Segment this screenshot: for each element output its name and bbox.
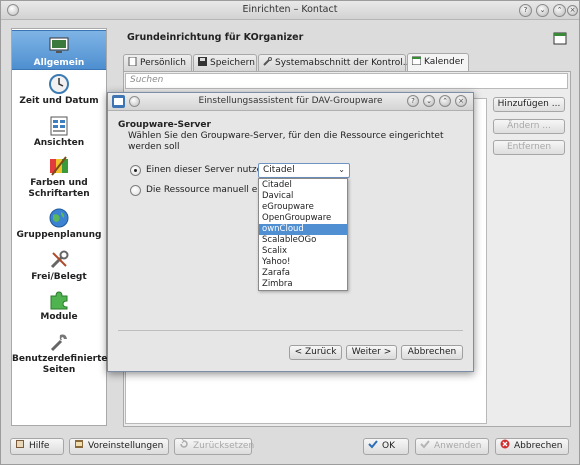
help-button[interactable]: Hilfe [10,438,64,455]
dialog-close-icon[interactable]: × [455,95,467,107]
dialog-help-icon[interactable]: ? [407,95,419,107]
server-option[interactable]: eGroupware [259,202,347,213]
dialog-titlebar: Einstellungsassistent für DAV-Groupware … [108,93,473,111]
ok-button[interactable]: OK [363,438,409,455]
window-title: Einrichten – Kontact [242,4,338,15]
tab-label: Kalender [424,57,464,67]
help-window-icon[interactable]: ? [519,4,532,17]
tab-speichern[interactable]: Speichern [193,54,257,71]
dialog-divider [118,330,463,331]
dialog-maximize-icon[interactable]: ⌃ [439,95,451,107]
defaults-icon [75,440,83,448]
defaults-button[interactable]: Voreinstellungen [69,438,169,455]
sidebar-item-label: Ansichten [33,138,85,148]
calendar-icon [553,32,567,45]
window-titlebar: Einrichten – Kontact ? ⌄ ⌃ × [1,1,579,20]
sidebar-item-frei-belegt[interactable]: Frei/Belegt [12,249,106,283]
sidebar-item-label: Farben und Schriftarten [28,178,90,199]
search-input[interactable]: Suchen [125,73,568,89]
page-title: Grundeinrichtung für KOrganizer [127,32,304,43]
sidebar-item-label: Zeit und Datum [19,96,99,106]
tab-kalender[interactable]: Kalender [407,53,469,72]
maximize-icon[interactable]: ⌃ [553,4,566,17]
defaults-label: Voreinstellungen [88,441,164,451]
check-icon [368,440,378,449]
next-button[interactable]: Weiter > [346,345,397,360]
sidebar-item-allgemein[interactable]: Allgemein [12,30,106,70]
tab-persoenlich[interactable]: Persönlich [123,54,192,71]
config-sidebar: Allgemein Zeit und Datum Ansichten Farbe… [11,28,108,426]
chevron-down-icon: ⌄ [338,165,345,174]
close-icon[interactable]: × [567,5,578,16]
server-dropdown-list: Citadel Davical eGroupware OpenGroupware… [258,178,348,291]
sidebar-item-module[interactable]: Module [12,289,106,323]
server-option[interactable]: Scalix [259,246,347,257]
cancel-button[interactable]: Abbrechen [495,438,569,455]
views-icon [50,116,68,136]
reset-button[interactable]: Zurücksetzen [174,438,255,455]
server-option[interactable]: Yahoo! [259,257,347,268]
dialog-cancel-button[interactable]: Abbrechen [401,345,463,360]
ok-label: OK [382,441,395,451]
minimize-icon[interactable]: ⌄ [536,4,549,17]
tab-label: Systemabschnitt der Kontrol... [275,58,412,68]
reset-icon [180,439,188,448]
server-option[interactable]: Zarafa [259,268,347,279]
cancel-icon [500,439,510,449]
dialog-minimize-icon[interactable]: ⌄ [423,95,435,107]
clock-icon [49,74,69,94]
globe-icon [49,208,69,228]
tools-icon [50,250,69,269]
apply-button[interactable]: Anwenden [415,438,489,455]
calendar-small-icon [412,56,421,65]
sidebar-item-zeit-und-datum[interactable]: Zeit und Datum [12,73,106,107]
apply-label: Anwenden [434,441,482,451]
sidebar-item-ansichten[interactable]: Ansichten [12,115,106,149]
server-option[interactable]: Zimbra [259,279,347,290]
sidebar-item-farben-und-schriftarten[interactable]: Farben und Schriftarten [12,155,106,200]
apply-check-icon [420,440,430,449]
palette-icon [50,156,68,176]
server-option[interactable]: OpenGroupware [259,213,347,224]
help-label: Hilfe [29,441,50,451]
tools-small-icon [263,57,272,66]
sidebar-item-gruppenplanung[interactable]: Gruppenplanung [12,207,106,241]
sidebar-item-label: Benutzerdefinierte Seiten [12,354,108,375]
sidebar-item-label: Gruppenplanung [16,230,102,240]
reset-label: Zurücksetzen [193,441,255,451]
sidebar-item-label: Frei/Belegt [31,272,87,282]
puzzle-icon [50,291,68,310]
sidebar-item-benutzerdefinierte-seiten[interactable]: Benutzerdefinierte Seiten [12,331,108,376]
tab-label: Speichern [210,58,255,68]
server-option[interactable]: Davical [259,191,347,202]
monitor-icon [49,37,69,53]
sidebar-item-label: Module [40,312,78,322]
dialog-description: Wählen Sie den Groupware-Server, für den… [128,131,444,152]
radio-use-server-label[interactable]: Einen dieser Server nutzen: [146,165,271,175]
server-option[interactable]: ScalableOGo [259,235,347,246]
sidebar-item-label: Allgemein [33,58,85,68]
help-icon [16,440,24,448]
radio-manual[interactable] [130,185,141,196]
wrench-icon [50,334,67,352]
add-resource-button[interactable]: Hinzufügen ... [493,97,565,112]
save-icon [198,57,207,66]
tab-systemabschnitt[interactable]: Systemabschnitt der Kontrol... [258,54,411,71]
tab-label: Persönlich [140,58,186,68]
radio-use-server[interactable] [130,165,141,176]
server-select[interactable]: Citadel ⌄ [258,163,350,178]
document-icon [128,57,137,66]
server-select-value: Citadel [263,165,295,175]
edit-resource-button[interactable]: Ändern ... [493,119,565,134]
server-option[interactable]: Citadel [259,180,347,191]
dialog-heading: Groupware-Server [118,120,211,130]
remove-resource-button[interactable]: Entfernen [493,140,565,155]
cancel-label: Abbrechen [514,441,563,451]
back-button[interactable]: < Zurück [289,345,342,360]
server-option-highlighted[interactable]: ownCloud [259,224,347,235]
